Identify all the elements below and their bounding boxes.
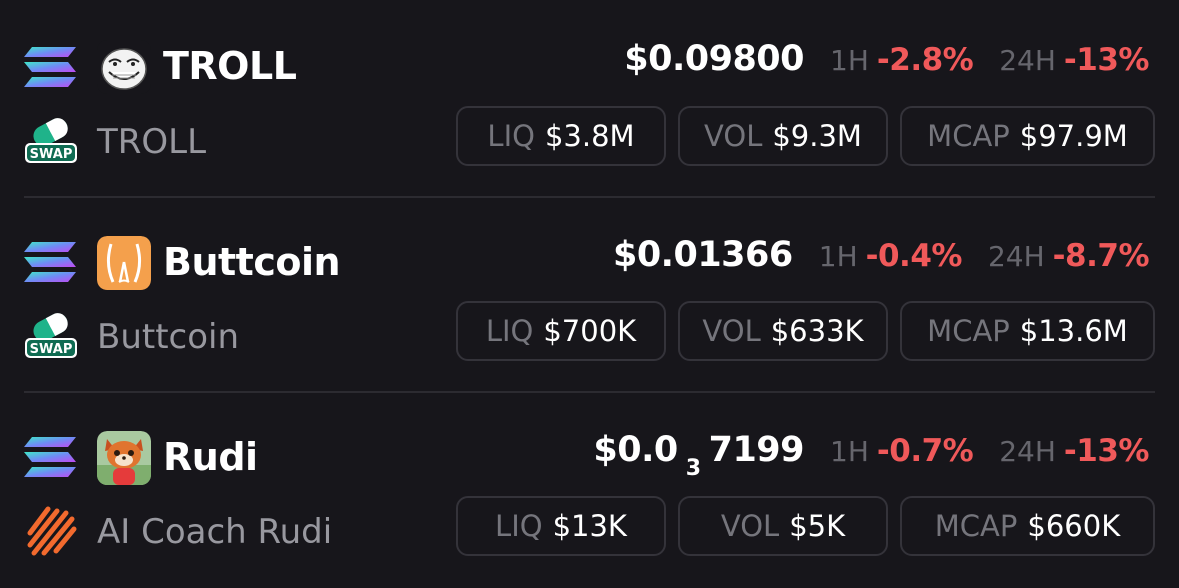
token-name: TROLL xyxy=(97,122,207,162)
volume-pill[interactable]: VOL $9.3M xyxy=(678,106,888,166)
market-cap-pill[interactable]: MCAP $13.6M xyxy=(900,301,1155,361)
market-cap-pill[interactable]: MCAP $660K xyxy=(900,496,1155,556)
change-1h-label: 1H xyxy=(830,44,869,77)
change-24h-label: 24H xyxy=(999,44,1056,77)
swap-label: SWAP xyxy=(30,147,73,162)
change-24h-value: -13% xyxy=(1063,433,1150,469)
change-24h-value: -8.7% xyxy=(1052,238,1150,274)
liquidity-pill[interactable]: LIQ $13K xyxy=(456,496,666,556)
token-row-troll[interactable]: TROLL $0.09800 1H -2.8% 24H -13% SWAP TR… xyxy=(0,0,1179,195)
token-symbol: Rudi xyxy=(163,435,258,479)
price-change-group: $0.0 3 7199 1H -0.7% 24H -13% xyxy=(593,430,1150,481)
liquidity-pill[interactable]: LIQ $700K xyxy=(456,301,666,361)
orange-stripes-icon xyxy=(24,503,78,557)
solana-icon xyxy=(24,240,76,284)
volume-pill[interactable]: VOL $5K xyxy=(678,496,888,556)
change-1h-value: -0.4% xyxy=(865,238,963,274)
token-list: TROLL $0.09800 1H -2.8% 24H -13% SWAP TR… xyxy=(0,0,1179,585)
swap-label: SWAP xyxy=(30,342,73,357)
change-1h-value: -2.8% xyxy=(876,42,974,78)
market-cap-pill[interactable]: MCAP $97.9M xyxy=(900,106,1155,166)
buttcoin-avatar xyxy=(97,236,151,290)
swap-pill-icon: SWAP xyxy=(24,113,78,167)
change-1h-value: -0.7% xyxy=(876,433,974,469)
token-name: AI Coach Rudi xyxy=(97,512,333,552)
change-1h-label: 1H xyxy=(830,435,869,468)
troll-face-avatar xyxy=(97,40,151,94)
price-zero-count: 3 xyxy=(685,456,701,481)
token-price: $0.01366 xyxy=(612,235,793,275)
token-row-buttcoin[interactable]: Buttcoin $0.01366 1H -0.4% 24H -8.7% SWA… xyxy=(0,198,1179,393)
change-24h-label: 24H xyxy=(999,435,1056,468)
liquidity-pill[interactable]: LIQ $3.8M xyxy=(456,106,666,166)
token-row-rudi[interactable]: Rudi $0.0 3 7199 1H -0.7% 24H -13% AI Coac… xyxy=(0,393,1179,588)
change-24h-label: 24H xyxy=(987,240,1045,273)
token-price: $0.09800 xyxy=(624,39,805,79)
solana-icon xyxy=(24,435,76,479)
price-change-group: $0.09800 1H -2.8% 24H -13% xyxy=(624,39,1149,87)
token-symbol: TROLL xyxy=(163,44,297,88)
swap-pill-icon: SWAP xyxy=(24,308,78,362)
token-symbol: Buttcoin xyxy=(163,240,341,284)
solana-icon xyxy=(24,45,76,89)
token-price: $0.0 3 7199 xyxy=(593,430,805,481)
price-change-group: $0.01366 1H -0.4% 24H -8.7% xyxy=(612,235,1150,283)
change-1h-label: 1H xyxy=(818,240,858,273)
token-name: Buttcoin xyxy=(97,317,240,357)
change-24h-value: -13% xyxy=(1063,42,1150,78)
red-panda-avatar xyxy=(97,431,151,485)
volume-pill[interactable]: VOL $633K xyxy=(678,301,888,361)
